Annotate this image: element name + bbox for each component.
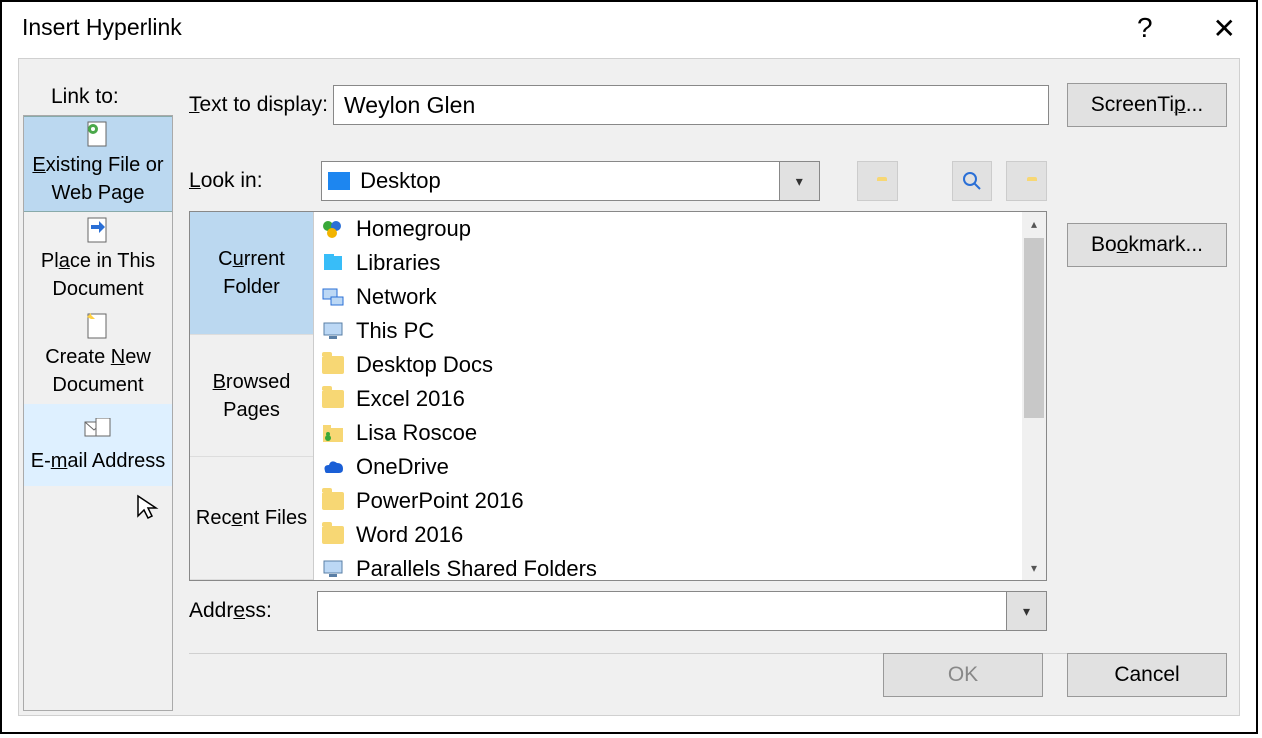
folder-icon [320,488,346,514]
list-item[interactable]: This PC [314,314,1022,348]
list-item[interactable]: Excel 2016 [314,382,1022,416]
look-in-value: Desktop [360,168,441,194]
thispc-icon [320,556,346,580]
text-to-display-input[interactable] [333,85,1049,125]
browse-browsed-pages[interactable]: BrowsedPages [190,335,313,458]
envelope-icon [84,415,112,443]
list-item[interactable]: Homegroup [314,212,1022,246]
scrollbar[interactable]: ▴ ▾ [1022,212,1046,580]
browse-web-button[interactable] [952,161,993,201]
list-item-label: Lisa Roscoe [356,420,477,446]
homegroup-icon [320,216,346,242]
list-item[interactable]: PowerPoint 2016 [314,484,1022,518]
globe-search-icon [962,171,982,191]
list-item-label: Word 2016 [356,522,463,548]
browse-current-folder[interactable]: CurrentFolder [190,212,313,335]
browse-side: CurrentFolder BrowsedPages Recent Files [190,212,314,580]
list-item-label: OneDrive [356,454,449,480]
text-to-display-label: Text to display: [189,93,333,117]
help-icon[interactable]: ? [1137,12,1153,45]
main-panel: Text to display: ScreenTip... Bookmark..… [189,71,1227,703]
dialog-body: Link to: Existing File or Web Page Place… [18,58,1240,716]
libraries-icon [320,250,346,276]
linkto-place-in-document[interactable]: Place in This Document [24,212,172,308]
chevron-down-icon[interactable]: ▾ [779,162,819,200]
list-item-label: Network [356,284,437,310]
list-item-label: Desktop Docs [356,352,493,378]
titlebar: Insert Hyperlink ? ✕ [2,2,1256,52]
close-icon[interactable]: ✕ [1213,12,1236,45]
cancel-button[interactable]: Cancel [1067,653,1227,697]
cursor-icon [136,494,162,520]
look-in-label: Look in: [189,169,307,193]
list-item-label: Parallels Shared Folders [356,556,597,580]
list-item[interactable]: Libraries [314,246,1022,280]
scroll-thumb[interactable] [1024,238,1044,418]
address-combobox[interactable]: ▾ [317,591,1047,631]
folder-icon [320,522,346,548]
screentip-button[interactable]: ScreenTip... [1067,83,1227,127]
link-to-label: Link to: [51,85,119,109]
link-to-panel: Existing File or Web Page Place in This … [23,115,173,711]
list-item-label: This PC [356,318,434,344]
scroll-up-icon[interactable]: ▴ [1022,212,1046,236]
list-item[interactable]: Network [314,280,1022,314]
linkto-email-address[interactable]: E-mail Address [24,404,172,486]
ok-button[interactable]: OK [883,653,1043,697]
list-item-label: Libraries [356,250,440,276]
list-item-label: PowerPoint 2016 [356,488,524,514]
linkto-create-new-document[interactable]: Create New Document [24,308,172,404]
browse-file-button[interactable] [1006,161,1047,201]
network-icon [320,284,346,310]
dialog-title: Insert Hyperlink [22,14,182,41]
userfolder-icon [320,420,346,446]
desktop-icon [328,172,350,190]
thispc-icon [320,318,346,344]
page-globe-icon [84,121,112,147]
scroll-down-icon[interactable]: ▾ [1022,556,1046,580]
bookmark-button[interactable]: Bookmark... [1067,223,1227,267]
list-item-label: Excel 2016 [356,386,465,412]
page-arrow-icon [84,217,112,243]
folder-icon [320,352,346,378]
browse-recent-files[interactable]: Recent Files [190,457,313,580]
list-item[interactable]: Desktop Docs [314,348,1022,382]
list-item[interactable]: Lisa Roscoe [314,416,1022,450]
list-item[interactable]: OneDrive [314,450,1022,484]
onedrive-icon [320,454,346,480]
address-label: Address: [189,599,317,623]
chevron-down-icon[interactable]: ▾ [1006,592,1046,630]
file-list[interactable]: Homegroup Libraries Network This PC Desktop … [314,212,1046,580]
insert-hyperlink-dialog: Insert Hyperlink ? ✕ Link to: Existing F… [0,0,1258,734]
browse-panel: CurrentFolder BrowsedPages Recent Files … [189,211,1047,581]
folder-icon [320,386,346,412]
list-item[interactable]: Parallels Shared Folders [314,552,1022,580]
list-item[interactable]: Word 2016 [314,518,1022,552]
page-new-icon [84,313,112,339]
look-in-select[interactable]: Desktop ▾ [321,161,820,201]
address-input[interactable] [318,592,1006,630]
list-item-label: Homegroup [356,216,471,242]
up-one-level-button[interactable] [857,161,898,201]
linkto-existing-file[interactable]: Existing File or Web Page [24,116,172,212]
